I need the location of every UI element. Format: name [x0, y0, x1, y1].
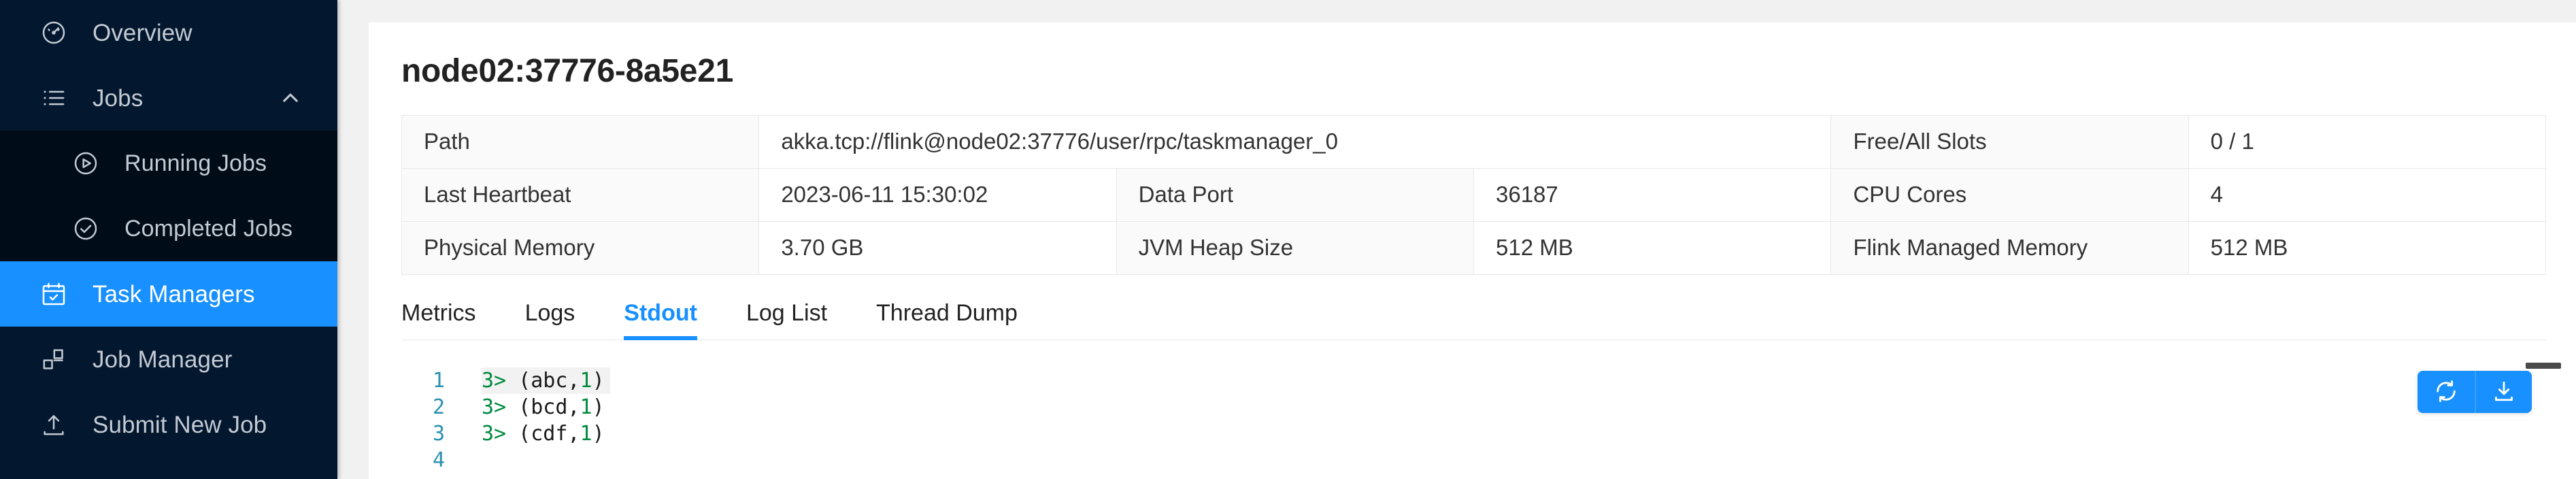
table-cell-value: 4	[2188, 168, 2545, 221]
line-number: 2	[401, 394, 482, 420]
table-cell-key: Data Port	[1116, 168, 1473, 221]
refresh-icon	[2434, 379, 2458, 406]
download-icon	[2492, 379, 2516, 406]
line-content: 3> (abc,1)	[482, 367, 610, 394]
sidebar-item-taskmgr[interactable]: Task Managers	[0, 261, 337, 327]
play-circle-icon	[71, 149, 100, 178]
code-token: (cdf,	[506, 422, 580, 446]
table-cell-value: 512 MB	[2188, 221, 2545, 274]
blocks-icon	[39, 345, 68, 374]
check-circle-icon	[71, 214, 100, 243]
code-token: 3>	[482, 369, 506, 393]
list-icon	[39, 84, 68, 112]
code-token: 3>	[482, 422, 506, 446]
table-cell-key: Free/All Slots	[1831, 115, 2188, 168]
sidebar-item-running[interactable]: Running Jobs	[0, 131, 337, 196]
code-lines: 13> (abc,1)23> (bcd,1)33> (cdf,1)4	[401, 363, 2576, 474]
code-token: (bcd,	[506, 395, 580, 419]
code-token: (abc,	[506, 369, 580, 393]
table-cell-key: Physical Memory	[402, 221, 759, 274]
line-number: 3	[401, 420, 482, 447]
code-token: 1	[580, 395, 592, 419]
table-cell-value: 0 / 1	[2188, 115, 2545, 168]
sidebar-item-label: Running Jobs	[124, 152, 267, 175]
table-cell-value: akka.tcp://flink@node02:37776/user/rpc/t…	[759, 115, 1831, 168]
table-cell-key: Flink Managed Memory	[1831, 221, 2188, 274]
code-line: 13> (abc,1)	[401, 367, 2576, 394]
sidebar-item-label: Submit New Job	[93, 413, 267, 437]
horizontal-scrollbar-thumb[interactable]	[2526, 363, 2561, 369]
taskmanager-info-table: Pathakka.tcp://flink@node02:37776/user/r…	[401, 115, 2546, 275]
stdout-log-viewer[interactable]: 13> (abc,1)23> (bcd,1)33> (cdf,1)4	[401, 363, 2576, 479]
sidebar-item-completed[interactable]: Completed Jobs	[0, 196, 337, 261]
sidebar-item-label: Task Managers	[93, 282, 255, 306]
sidebar-item-label: Completed Jobs	[124, 217, 292, 240]
sidebar-item-overview[interactable]: Overview	[0, 0, 337, 65]
table-cell-value: 3.70 GB	[759, 221, 1116, 274]
code-line: 23> (bcd,1)	[401, 394, 2576, 420]
gauge-icon	[39, 18, 68, 47]
table-cell-key: JVM Heap Size	[1116, 221, 1473, 274]
table-cell-key: CPU Cores	[1831, 168, 2188, 221]
refresh-button[interactable]	[2418, 371, 2475, 413]
line-number: 4	[401, 447, 482, 474]
sidebar-item-submit[interactable]: Submit New Job	[0, 392, 337, 457]
log-action-buttons	[2418, 371, 2532, 413]
sidebar-item-jobmgr[interactable]: Job Manager	[0, 327, 337, 392]
code-token: 3>	[482, 395, 506, 419]
code-token: )	[592, 422, 605, 446]
upload-icon	[39, 410, 68, 439]
code-token: )	[592, 395, 605, 419]
tab-metrics[interactable]: Metrics	[401, 301, 476, 340]
code-line: 33> (cdf,1)	[401, 420, 2576, 447]
sidebar-item-label: Jobs	[93, 86, 143, 110]
taskmanager-detail-card: node02:37776-8a5e21 Pathakka.tcp://flink…	[369, 22, 2576, 479]
line-number: 1	[401, 367, 482, 394]
code-line: 4	[401, 447, 2576, 474]
tab-logs[interactable]: Logs	[525, 301, 575, 340]
table-cell-value: 2023-06-11 15:30:02	[759, 168, 1116, 221]
sidebar-item-label: Overview	[93, 21, 193, 45]
detail-tab-bar: Metrics Logs Stdout Log List Thread Dump	[401, 275, 2546, 340]
sidebar-item-jobs[interactable]: Jobs	[0, 65, 337, 131]
page-title: node02:37776-8a5e21	[369, 22, 2576, 90]
table-cell-value: 512 MB	[1473, 221, 1830, 274]
code-token: 1	[580, 422, 592, 446]
line-content: 3> (bcd,1)	[482, 394, 610, 420]
jobs-submenu: Running Jobs Completed Jobs	[0, 131, 337, 261]
table-row: Pathakka.tcp://flink@node02:37776/user/r…	[402, 115, 2546, 168]
table-cell-key: Last Heartbeat	[402, 168, 759, 221]
chevron-up-icon[interactable]	[279, 86, 302, 110]
code-token: 1	[580, 369, 592, 393]
table-row: Last Heartbeat2023-06-11 15:30:02Data Po…	[402, 168, 2546, 221]
sidebar-item-label: Job Manager	[93, 348, 232, 371]
sidebar-nav: Overview Jobs Running Jobs Completed Jobs Ta…	[0, 0, 337, 479]
tab-threaddump[interactable]: Thread Dump	[876, 301, 1018, 340]
flink-dashboard: Overview Jobs Running Jobs Completed Jobs Ta…	[0, 0, 2576, 479]
main-content: node02:37776-8a5e21 Pathakka.tcp://flink…	[337, 0, 2576, 479]
download-button[interactable]	[2475, 371, 2532, 413]
code-token: )	[592, 369, 605, 393]
table-cell-key: Path	[402, 115, 759, 168]
table-row: Physical Memory3.70 GBJVM Heap Size512 M…	[402, 221, 2546, 274]
table-cell-value: 36187	[1473, 168, 1830, 221]
tab-loglist[interactable]: Log List	[746, 301, 827, 340]
line-content: 3> (cdf,1)	[482, 420, 610, 447]
tab-stdout[interactable]: Stdout	[624, 301, 697, 340]
calendar-check-icon	[39, 280, 68, 308]
